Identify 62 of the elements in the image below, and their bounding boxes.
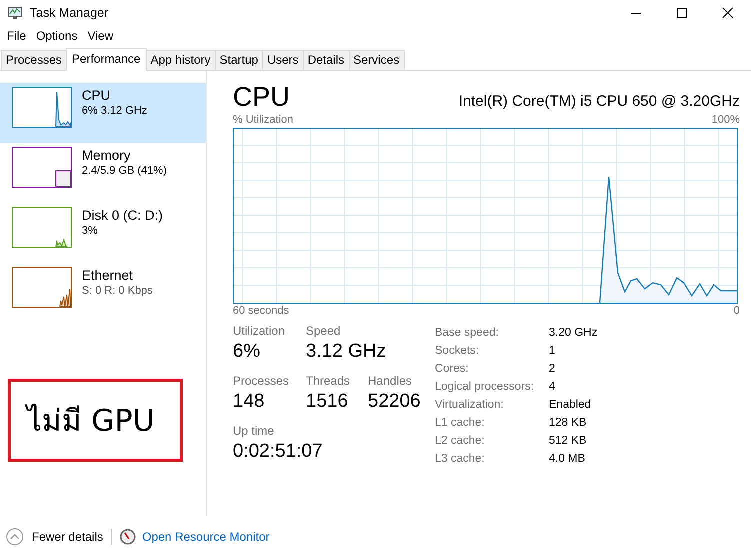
spec-value: 4 <box>549 380 556 396</box>
stat-label: Utilization <box>233 324 286 338</box>
stat-label: Processes <box>233 374 290 388</box>
resource-usage: 3% <box>82 225 99 238</box>
spec-value: Enabled <box>549 398 592 414</box>
monitor-graph-icon <box>7 6 23 20</box>
axis-label: % Utilization <box>233 113 294 128</box>
menu-item[interactable]: File <box>2 28 32 43</box>
fewer-details-button[interactable]: Fewer details <box>6 528 104 546</box>
stat-value: 0:02:51:07 <box>233 440 324 464</box>
spec-value: 4.0 MB <box>549 452 586 468</box>
sidebar-item[interactable]: Ethernet S: 0 R: 0 Kbps <box>0 263 206 324</box>
stat-value: 148 <box>233 390 266 414</box>
axis-label: 100% <box>712 113 740 128</box>
spec-value: 512 KB <box>549 434 588 450</box>
spec-label: Base speed: <box>435 326 500 342</box>
menu-item[interactable]: Options <box>31 28 83 43</box>
sidebar-item[interactable]: CPU 6% 3.12 GHz <box>0 83 206 144</box>
spec-label: Sockets: <box>435 344 480 360</box>
resource-name: Disk 0 (C: D:) <box>82 208 163 224</box>
stat-label: Up time <box>233 424 276 438</box>
collapse-icon <box>6 528 24 546</box>
spec-label: Cores: <box>435 362 470 378</box>
tab[interactable]: Processes <box>1 50 68 70</box>
gauge-icon <box>120 528 136 545</box>
tab[interactable]: App history <box>146 50 216 70</box>
sidebar-item[interactable]: Disk 0 (C: D:) 3% <box>0 203 206 264</box>
spec-label: L3 cache: <box>435 452 486 468</box>
processor-model: Intel(R) Core(TM) i5 CPU 650 @ 3.20GHz <box>458 93 740 112</box>
resource-name: CPU <box>82 88 112 104</box>
resource-monitor-link[interactable]: Open Resource Monitor <box>142 530 270 544</box>
window-title: Task Manager <box>30 6 109 20</box>
tab[interactable]: Services <box>348 50 405 70</box>
spec-label: L1 cache: <box>435 416 486 432</box>
annotation-box: ไม่มี GPU <box>8 379 183 462</box>
tab[interactable]: Performance <box>66 48 147 72</box>
resource-name: Ethernet <box>82 268 134 284</box>
resource-usage: 6% 3.12 GHz <box>82 105 148 118</box>
axis-label: 0 <box>734 304 740 318</box>
panel-title: CPU <box>233 82 290 114</box>
stat-value: 6% <box>233 340 262 364</box>
tab[interactable]: Users <box>262 50 304 70</box>
spec-value: 2 <box>549 362 556 378</box>
stat-label: Speed <box>306 324 342 338</box>
resource-usage: S: 0 R: 0 Kbps <box>82 285 153 298</box>
resource-name: Memory <box>82 148 132 164</box>
stat-value: 3.12 GHz <box>306 340 388 364</box>
sidebar-item[interactable]: Memory 2.4/5.9 GB (41%) <box>0 143 206 204</box>
stat-value: 1516 <box>306 390 350 414</box>
axis-label: 60 seconds <box>233 304 290 318</box>
spec-value: 1 <box>549 344 556 360</box>
tab[interactable]: Startup <box>214 50 264 70</box>
spec-label: Logical processors: <box>435 380 536 396</box>
resource-usage: 2.4/5.9 GB (41%) <box>82 165 167 178</box>
spec-label: Virtualization: <box>435 398 505 414</box>
spec-value: 128 KB <box>549 416 588 432</box>
stat-label: Threads <box>306 374 352 388</box>
stat-label: Handles <box>368 374 414 388</box>
spec-label: L2 cache: <box>435 434 486 450</box>
tab[interactable]: Details <box>302 50 350 70</box>
menu-item[interactable]: View <box>82 28 118 43</box>
spec-value: 3.20 GHz <box>549 326 598 342</box>
